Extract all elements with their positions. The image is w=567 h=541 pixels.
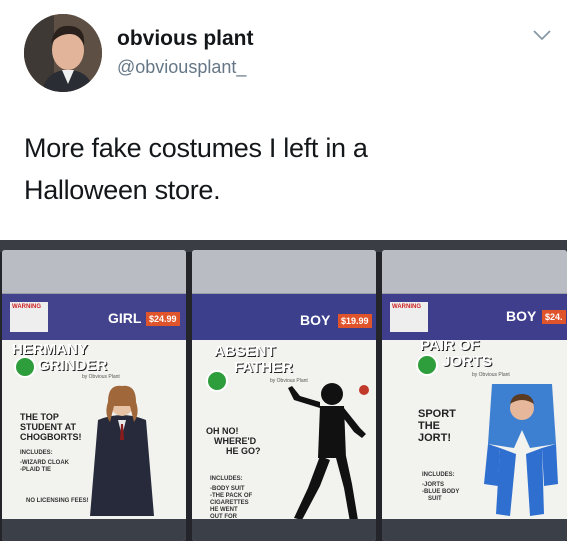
gender-tag: BOY	[506, 308, 537, 324]
includes-list: INCLUDES: -BODY SUIT -THE PACK OF CIGARE…	[210, 476, 253, 520]
costume-title-line-2: GRINDER	[38, 357, 108, 374]
jorts-costume-photo	[484, 384, 558, 516]
avatar[interactable]	[24, 14, 102, 92]
tweet-text-line-2: Halloween store.	[24, 175, 221, 205]
costume-title-line-2: JORTS	[442, 353, 493, 370]
costume-description: OH NO! WHERE'D HE GO?	[206, 426, 261, 456]
obvious-plant-logo-icon	[416, 354, 438, 376]
obvious-plant-logo-icon	[14, 356, 36, 378]
tweet-text: More fake costumes I left in a Halloween…	[24, 127, 544, 211]
footer-note: NO LICENSING FEES!	[26, 498, 89, 504]
costume-package-absent-father: BOY $19.99 ABSENT FATHER by Obvious Plan…	[192, 250, 376, 541]
obvious-plant-logo-icon	[206, 370, 228, 392]
girl-costume-photo	[90, 385, 154, 516]
costume-title-line-1: PAIR OF	[420, 337, 480, 354]
body-suit-silhouette-photo	[288, 383, 369, 522]
warning-label: WARNING	[390, 302, 428, 332]
costume-title-line-2: FATHER	[234, 359, 293, 376]
costume-title-line-1: ABSENT	[214, 343, 276, 360]
includes-list: INCLUDES: -JORTS -BLUE BODY SUIT	[422, 472, 460, 502]
costume-package-pair-of-jorts: WARNING BOY $24. PAIR OF JORTS by Obviou…	[382, 250, 567, 541]
avatar-photo	[24, 14, 102, 92]
price-tag: $24.99	[146, 312, 180, 326]
price-tag: $24.	[542, 310, 566, 324]
user-handle[interactable]: @obviousplant_	[117, 57, 246, 78]
costume-description: THE TOP STUDENT AT CHOGBORTS!	[20, 412, 82, 442]
gender-tag: BOY	[300, 312, 331, 328]
costume-description: SPORT THE JORT!	[418, 408, 456, 444]
includes-list: INCLUDES: -WIZARD CLOAK -PLAID TIE	[20, 450, 69, 473]
tweet-text-line-1: More fake costumes I left in a	[24, 133, 368, 163]
chevron-down-icon[interactable]	[532, 28, 552, 42]
warning-label: WARNING	[10, 302, 48, 332]
gender-tag: GIRL	[108, 310, 142, 326]
price-tag: $19.99	[338, 314, 372, 328]
tweet-header: obvious plant @obviousplant_	[0, 0, 567, 110]
costume-package-hermany-grinder: WARNING GIRL $24.99 HERMANY GRINDER by O…	[2, 250, 186, 541]
tweet-photo[interactable]: WARNING GIRL $24.99 HERMANY GRINDER by O…	[0, 240, 567, 541]
display-name[interactable]: obvious plant	[117, 27, 254, 51]
